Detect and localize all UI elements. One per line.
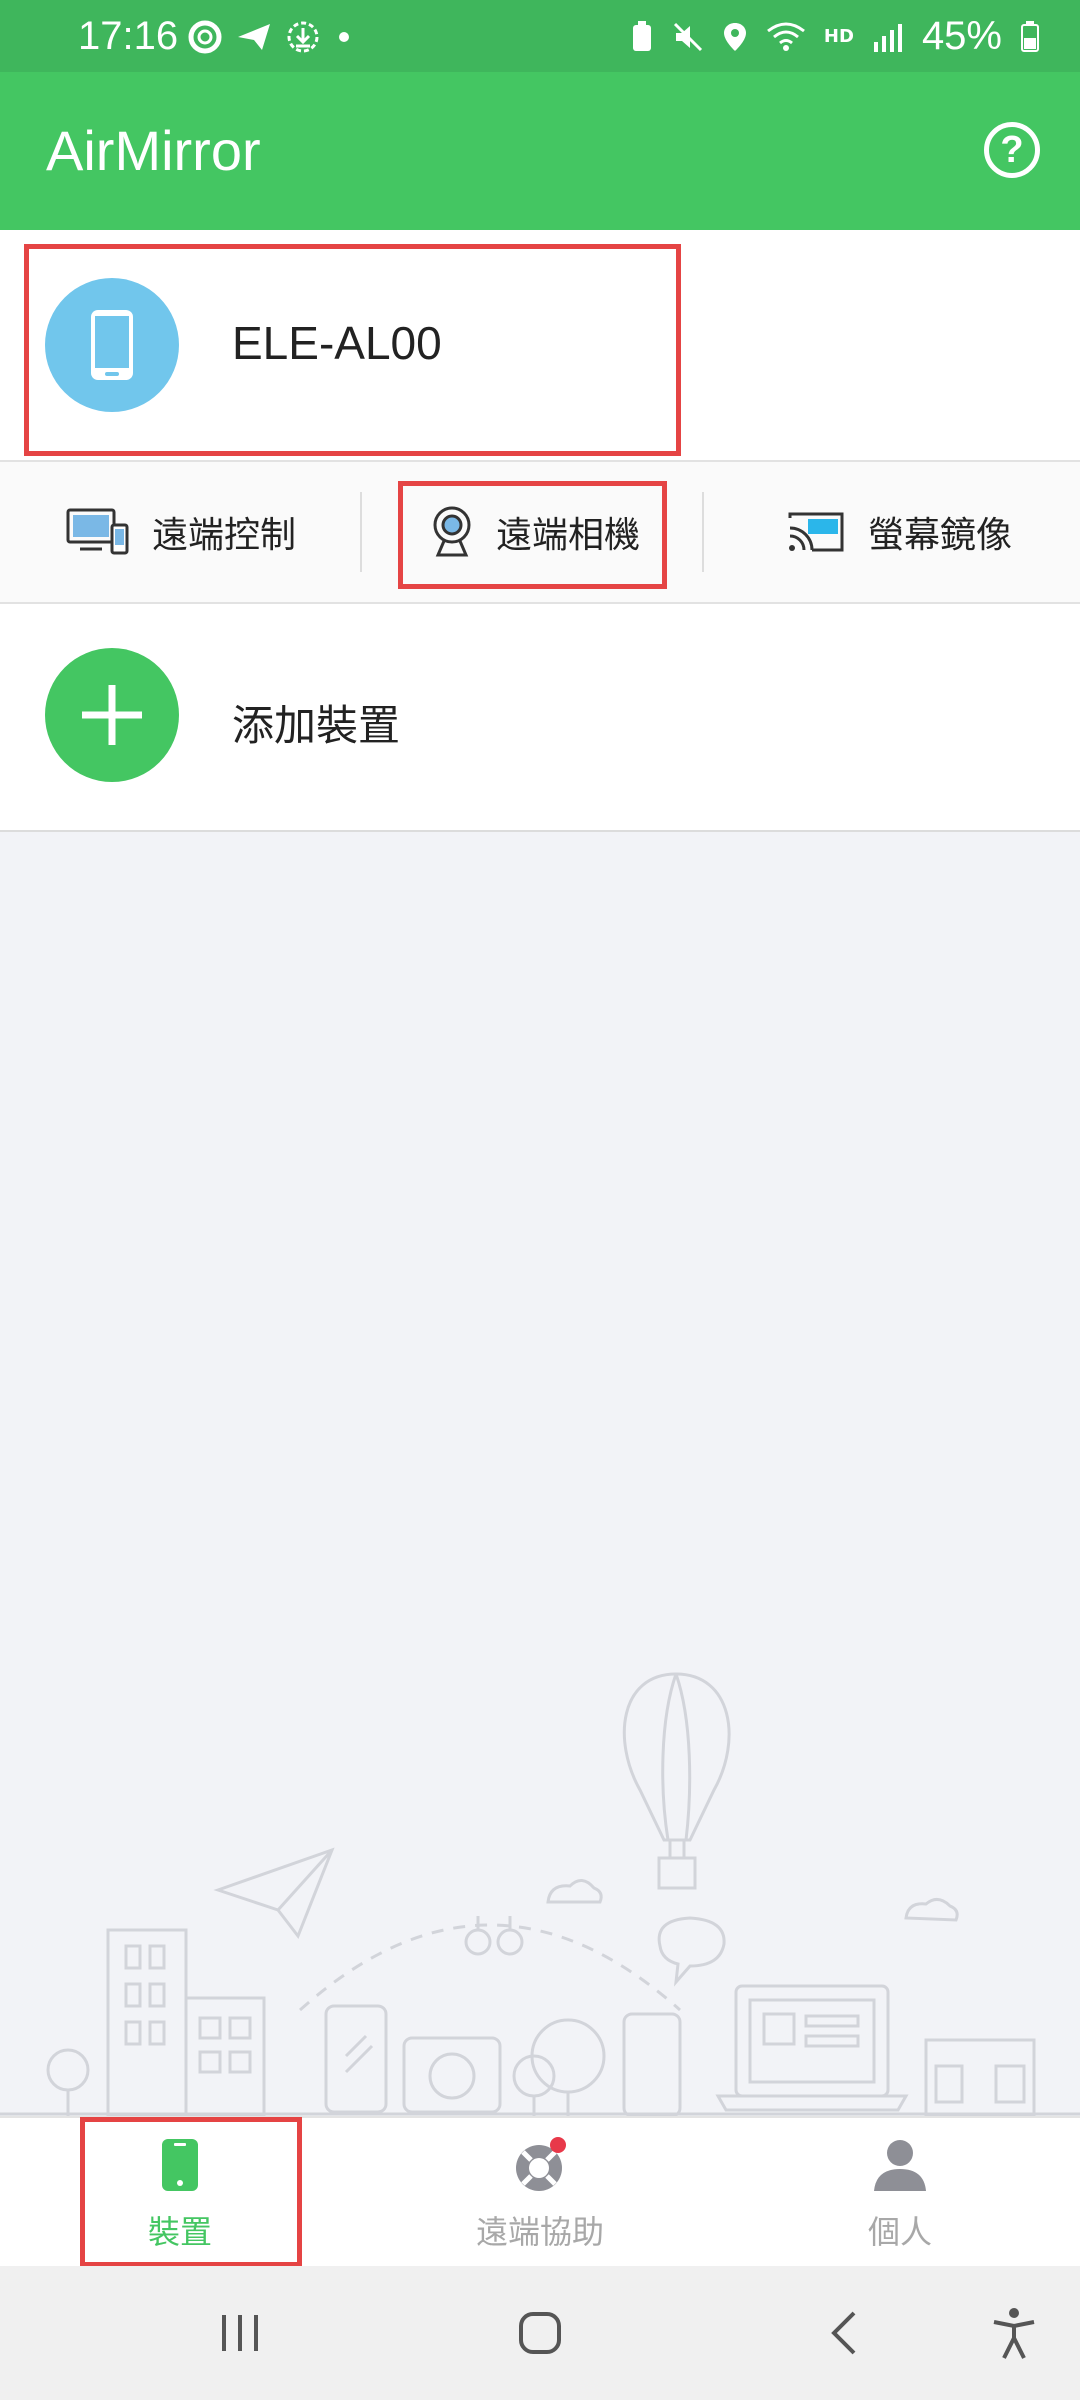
- remote-camera-button[interactable]: 遠端相機: [430, 462, 640, 602]
- nav-profile-label: 個人: [867, 2213, 932, 2251]
- action-divider: [702, 492, 704, 572]
- screen-mirror-label: 螢幕鏡像: [868, 515, 1013, 556]
- status-indicators: HD 45%: [630, 14, 1040, 59]
- battery-icon: [1021, 20, 1039, 52]
- remote-control-icon: [66, 507, 130, 557]
- home-button[interactable]: [500, 2266, 580, 2400]
- device-name: ELE-AL00: [232, 317, 442, 369]
- nav-devices[interactable]: 裝置: [0, 2118, 360, 2268]
- status-time: 17:16: [78, 14, 179, 58]
- action-divider: [360, 492, 362, 572]
- app-title: AirMirror: [46, 119, 261, 182]
- battery-saver-icon: [632, 20, 651, 51]
- accessibility-icon: [993, 2308, 1035, 2359]
- home-icon: [519, 2312, 561, 2354]
- signal-icon: [873, 23, 902, 52]
- add-device-label: 添加裝置: [232, 701, 401, 750]
- back-icon: [831, 2311, 856, 2355]
- bottom-nav: 裝置 遠端協助 個人: [0, 2116, 1080, 2268]
- lifebuoy-icon: [188, 20, 222, 54]
- remote-camera-label: 遠端相機: [496, 515, 641, 556]
- download-icon: [287, 21, 319, 53]
- phone-icon: [160, 2133, 200, 2197]
- nav-remote-support[interactable]: 遠端協助: [360, 2118, 720, 2268]
- screen-mirror-button[interactable]: 螢幕鏡像: [786, 462, 1012, 602]
- person-icon: [872, 2133, 928, 2197]
- webcam-icon: [430, 505, 474, 559]
- plus-icon: [45, 648, 179, 782]
- notification-icons: [188, 20, 354, 54]
- device-item[interactable]: ELE-AL00: [0, 230, 1080, 462]
- system-nav-bar: [0, 2266, 1080, 2400]
- phone-icon: [91, 310, 133, 380]
- remote-control-button[interactable]: 遠端控制: [66, 462, 296, 602]
- add-device-item[interactable]: 添加裝置: [0, 604, 1080, 832]
- back-button[interactable]: [804, 2266, 884, 2400]
- network-type: HD: [823, 26, 854, 47]
- send-icon: [238, 24, 270, 50]
- recent-apps-button[interactable]: [200, 2266, 280, 2400]
- app-bar: AirMirror ?: [0, 72, 1080, 230]
- screen-mirror-icon: [786, 510, 846, 554]
- nav-profile[interactable]: 個人: [720, 2118, 1080, 2268]
- recent-apps-icon: [222, 2315, 258, 2351]
- dot-icon: [339, 32, 349, 42]
- city-illustration: [0, 1672, 1080, 2116]
- device-avatar: [45, 278, 179, 412]
- help-icon[interactable]: ?: [984, 122, 1040, 178]
- remote-control-label: 遠端控制: [152, 515, 297, 556]
- nav-remote-support-label: 遠端協助: [475, 2213, 604, 2251]
- mute-icon: [673, 22, 702, 51]
- nav-devices-label: 裝置: [147, 2213, 212, 2251]
- device-actions: 遠端控制 遠端相機 螢幕鏡像: [0, 462, 1080, 604]
- location-icon: [723, 22, 746, 51]
- status-bar: 17:16 HD 45%: [0, 0, 1080, 72]
- wifi-icon: [767, 22, 805, 51]
- accessibility-button[interactable]: [974, 2266, 1054, 2400]
- battery-percentage: 45%: [921, 14, 1002, 58]
- lifebuoy-icon: [510, 2133, 570, 2197]
